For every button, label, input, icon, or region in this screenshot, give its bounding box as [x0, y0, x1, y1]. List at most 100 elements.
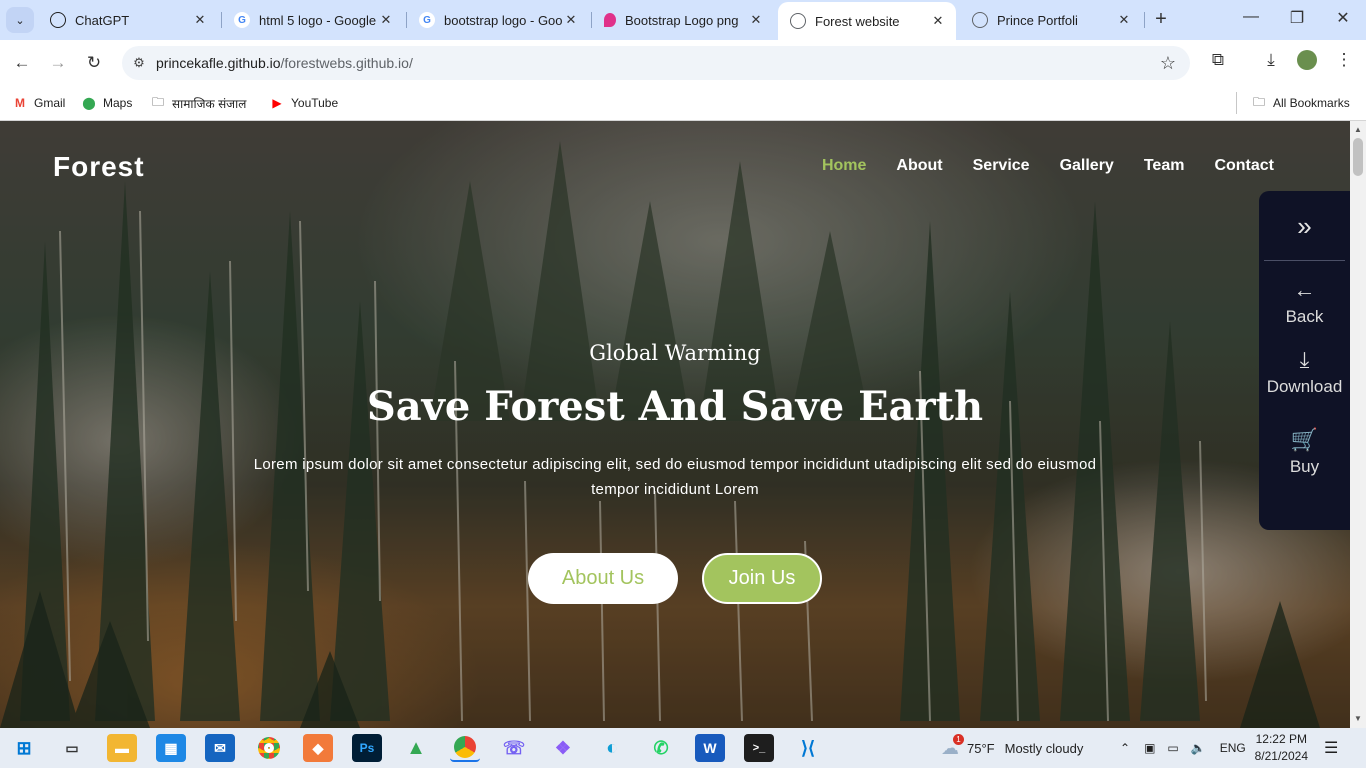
- tab-separator: [1144, 12, 1145, 28]
- back-arrow-icon[interactable]: ←: [9, 50, 35, 76]
- start-button[interactable]: ⊞: [9, 734, 39, 762]
- tab-title: Bootstrap Logo png: [625, 12, 739, 28]
- close-icon[interactable]: ✕: [930, 13, 946, 29]
- folder-icon: 🗀: [151, 94, 164, 109]
- mail-icon[interactable]: ✉: [205, 734, 235, 762]
- site-logo[interactable]: Forest: [53, 151, 145, 183]
- address-bar[interactable]: ⚙ princekafle.github.io/forestwebs.githu…: [122, 46, 1190, 80]
- whatsapp-icon[interactable]: ✆: [646, 734, 676, 762]
- side-panel: » ← Back ⤓ Download 🛒 Buy: [1259, 191, 1350, 530]
- site-settings-icon[interactable]: ⚙: [122, 55, 156, 71]
- scroll-thumb[interactable]: [1353, 138, 1363, 176]
- menu-icon[interactable]: ⋮: [1331, 50, 1357, 70]
- viber-icon[interactable]: ☏: [499, 734, 529, 762]
- taskbar: ⊞ ▭ ▬ ▦ ✉ ◆ Ps ▲ ☏ ❖ ◐ ✆ W >_ ⟩⟨ ☁ 1 75°F…: [0, 728, 1366, 768]
- notification-icon[interactable]: ☰: [1324, 728, 1338, 768]
- cart-icon: 🛒: [1290, 427, 1319, 452]
- file-explorer-icon[interactable]: ▬: [107, 734, 137, 762]
- word-icon[interactable]: W: [695, 734, 725, 762]
- tab-bootstrap-png[interactable]: Bootstrap Logo png ✕: [592, 3, 774, 37]
- terminal-icon[interactable]: >_: [744, 734, 774, 762]
- chatgpt-icon: [50, 12, 66, 28]
- chevron-up-icon[interactable]: ⌃: [1120, 741, 1130, 755]
- tab-strip: ⌄ ChatGPT ✕ G html 5 logo - Google ✕ G b…: [0, 0, 1366, 40]
- side-download-button[interactable]: ⤓ Download: [1259, 347, 1350, 397]
- new-tab-button[interactable]: +: [1150, 8, 1172, 31]
- nav-home[interactable]: Home: [822, 157, 866, 175]
- meet-icon[interactable]: ▣: [1144, 741, 1155, 755]
- close-icon[interactable]: ✕: [378, 12, 394, 28]
- task-view-icon[interactable]: ▭: [57, 734, 87, 762]
- side-back-button[interactable]: ← Back: [1259, 277, 1350, 327]
- profile-avatar[interactable]: [1294, 50, 1320, 75]
- tab-title: Forest website: [815, 13, 900, 29]
- hero-content: Global Warming Save Forest And Save Eart…: [0, 341, 1350, 502]
- minimize-icon[interactable]: —: [1236, 8, 1266, 26]
- url-host: princekafle.github.io: [156, 55, 281, 71]
- bookmarks-bar: M Gmail ⬤ Maps 🗀 सामाजिक संजाल ▶ YouTube…: [0, 86, 1366, 121]
- edge-icon[interactable]: ◐: [597, 734, 627, 762]
- nav-contact[interactable]: Contact: [1214, 157, 1274, 175]
- copilot-icon[interactable]: ❖: [548, 734, 578, 762]
- weather-text: Mostly cloudy: [1004, 740, 1084, 756]
- about-us-button[interactable]: About Us: [528, 553, 678, 604]
- all-bookmarks[interactable]: 🗀 All Bookmarks: [1236, 92, 1350, 114]
- bookmark-youtube[interactable]: ▶ YouTube: [269, 92, 338, 114]
- brave-icon[interactable]: ◆: [303, 734, 333, 762]
- reload-icon[interactable]: ↻: [81, 50, 107, 76]
- speaker-icon[interactable]: 🔈: [1191, 741, 1206, 755]
- vscode-icon[interactable]: ⟩⟨: [793, 734, 823, 762]
- download-icon[interactable]: ⤓: [1258, 50, 1284, 70]
- bookmark-maps[interactable]: ⬤ Maps: [81, 92, 132, 114]
- google-icon: G: [234, 12, 250, 28]
- extensions-icon[interactable]: ⧉: [1205, 50, 1231, 70]
- tab-html5-logo[interactable]: G html 5 logo - Google ✕: [222, 3, 404, 37]
- weather-badge: 1: [953, 733, 964, 745]
- bookmark-star-icon[interactable]: ☆: [1160, 53, 1176, 74]
- hero-subtitle: Global Warming: [589, 341, 761, 365]
- bookmark-label: YouTube: [291, 96, 339, 110]
- google-drive-icon[interactable]: ▲: [401, 734, 431, 762]
- bookmark-gmail[interactable]: M Gmail: [12, 92, 65, 114]
- scroll-down-icon[interactable]: ▼: [1350, 714, 1366, 723]
- browser-toolbar: ← → ↻ ⚙ princekafle.github.io/forestwebs…: [0, 40, 1366, 86]
- side-panel-divider: [1264, 260, 1345, 261]
- close-window-icon[interactable]: ✕: [1328, 8, 1358, 28]
- close-icon[interactable]: ✕: [1116, 12, 1132, 28]
- side-buy-button[interactable]: 🛒 Buy: [1259, 427, 1350, 477]
- tab-title: html 5 logo - Google: [259, 12, 377, 28]
- language-indicator[interactable]: ENG: [1220, 741, 1246, 755]
- clock-date: 8/21/2024: [1254, 749, 1308, 763]
- tab-chatgpt[interactable]: ChatGPT ✕: [38, 3, 218, 37]
- nav-about[interactable]: About: [896, 157, 942, 175]
- battery-icon[interactable]: ▭: [1167, 741, 1178, 755]
- tab-title: Prince Portfoli: [997, 12, 1078, 28]
- nav-gallery[interactable]: Gallery: [1060, 157, 1114, 175]
- forward-arrow-icon[interactable]: →: [45, 50, 71, 76]
- tab-search-button[interactable]: ⌄: [6, 7, 34, 33]
- nav-service[interactable]: Service: [973, 157, 1030, 175]
- close-icon[interactable]: ✕: [192, 12, 208, 28]
- clock[interactable]: 12:22 PM 8/21/2024: [1255, 731, 1308, 765]
- restore-icon[interactable]: ❐: [1282, 8, 1312, 28]
- close-icon[interactable]: ✕: [563, 12, 579, 28]
- tab-bootstrap-logo[interactable]: G bootstrap logo - Goo ✕: [407, 3, 589, 37]
- close-icon[interactable]: ✕: [748, 12, 764, 28]
- store-icon[interactable]: ▦: [156, 734, 186, 762]
- scroll-up-icon[interactable]: ▲: [1350, 125, 1366, 134]
- cloud-icon: ☁ 1: [941, 733, 964, 759]
- page-scrollbar[interactable]: ▲ ▼: [1350, 121, 1366, 728]
- join-us-button[interactable]: Join Us: [702, 553, 822, 604]
- tab-prince-portfolio[interactable]: Prince Portfoli ✕: [960, 3, 1142, 37]
- hero-buttons: About Us Join Us: [0, 553, 1350, 604]
- globe-icon: [790, 13, 806, 29]
- double-chevron-right-icon[interactable]: »: [1259, 211, 1350, 242]
- bookmark-folder-social[interactable]: 🗀 सामाजिक संजाल: [150, 92, 246, 114]
- hero-title: Save Forest And Save Earth: [366, 383, 984, 430]
- chrome-profile-icon[interactable]: [450, 734, 480, 762]
- chrome-icon[interactable]: [254, 734, 284, 762]
- photoshop-icon[interactable]: Ps: [352, 734, 382, 762]
- weather-widget[interactable]: ☁ 1 75°F Mostly cloudy: [941, 728, 1083, 768]
- tab-forest-website[interactable]: Forest website ✕: [778, 2, 956, 40]
- nav-team[interactable]: Team: [1144, 157, 1185, 175]
